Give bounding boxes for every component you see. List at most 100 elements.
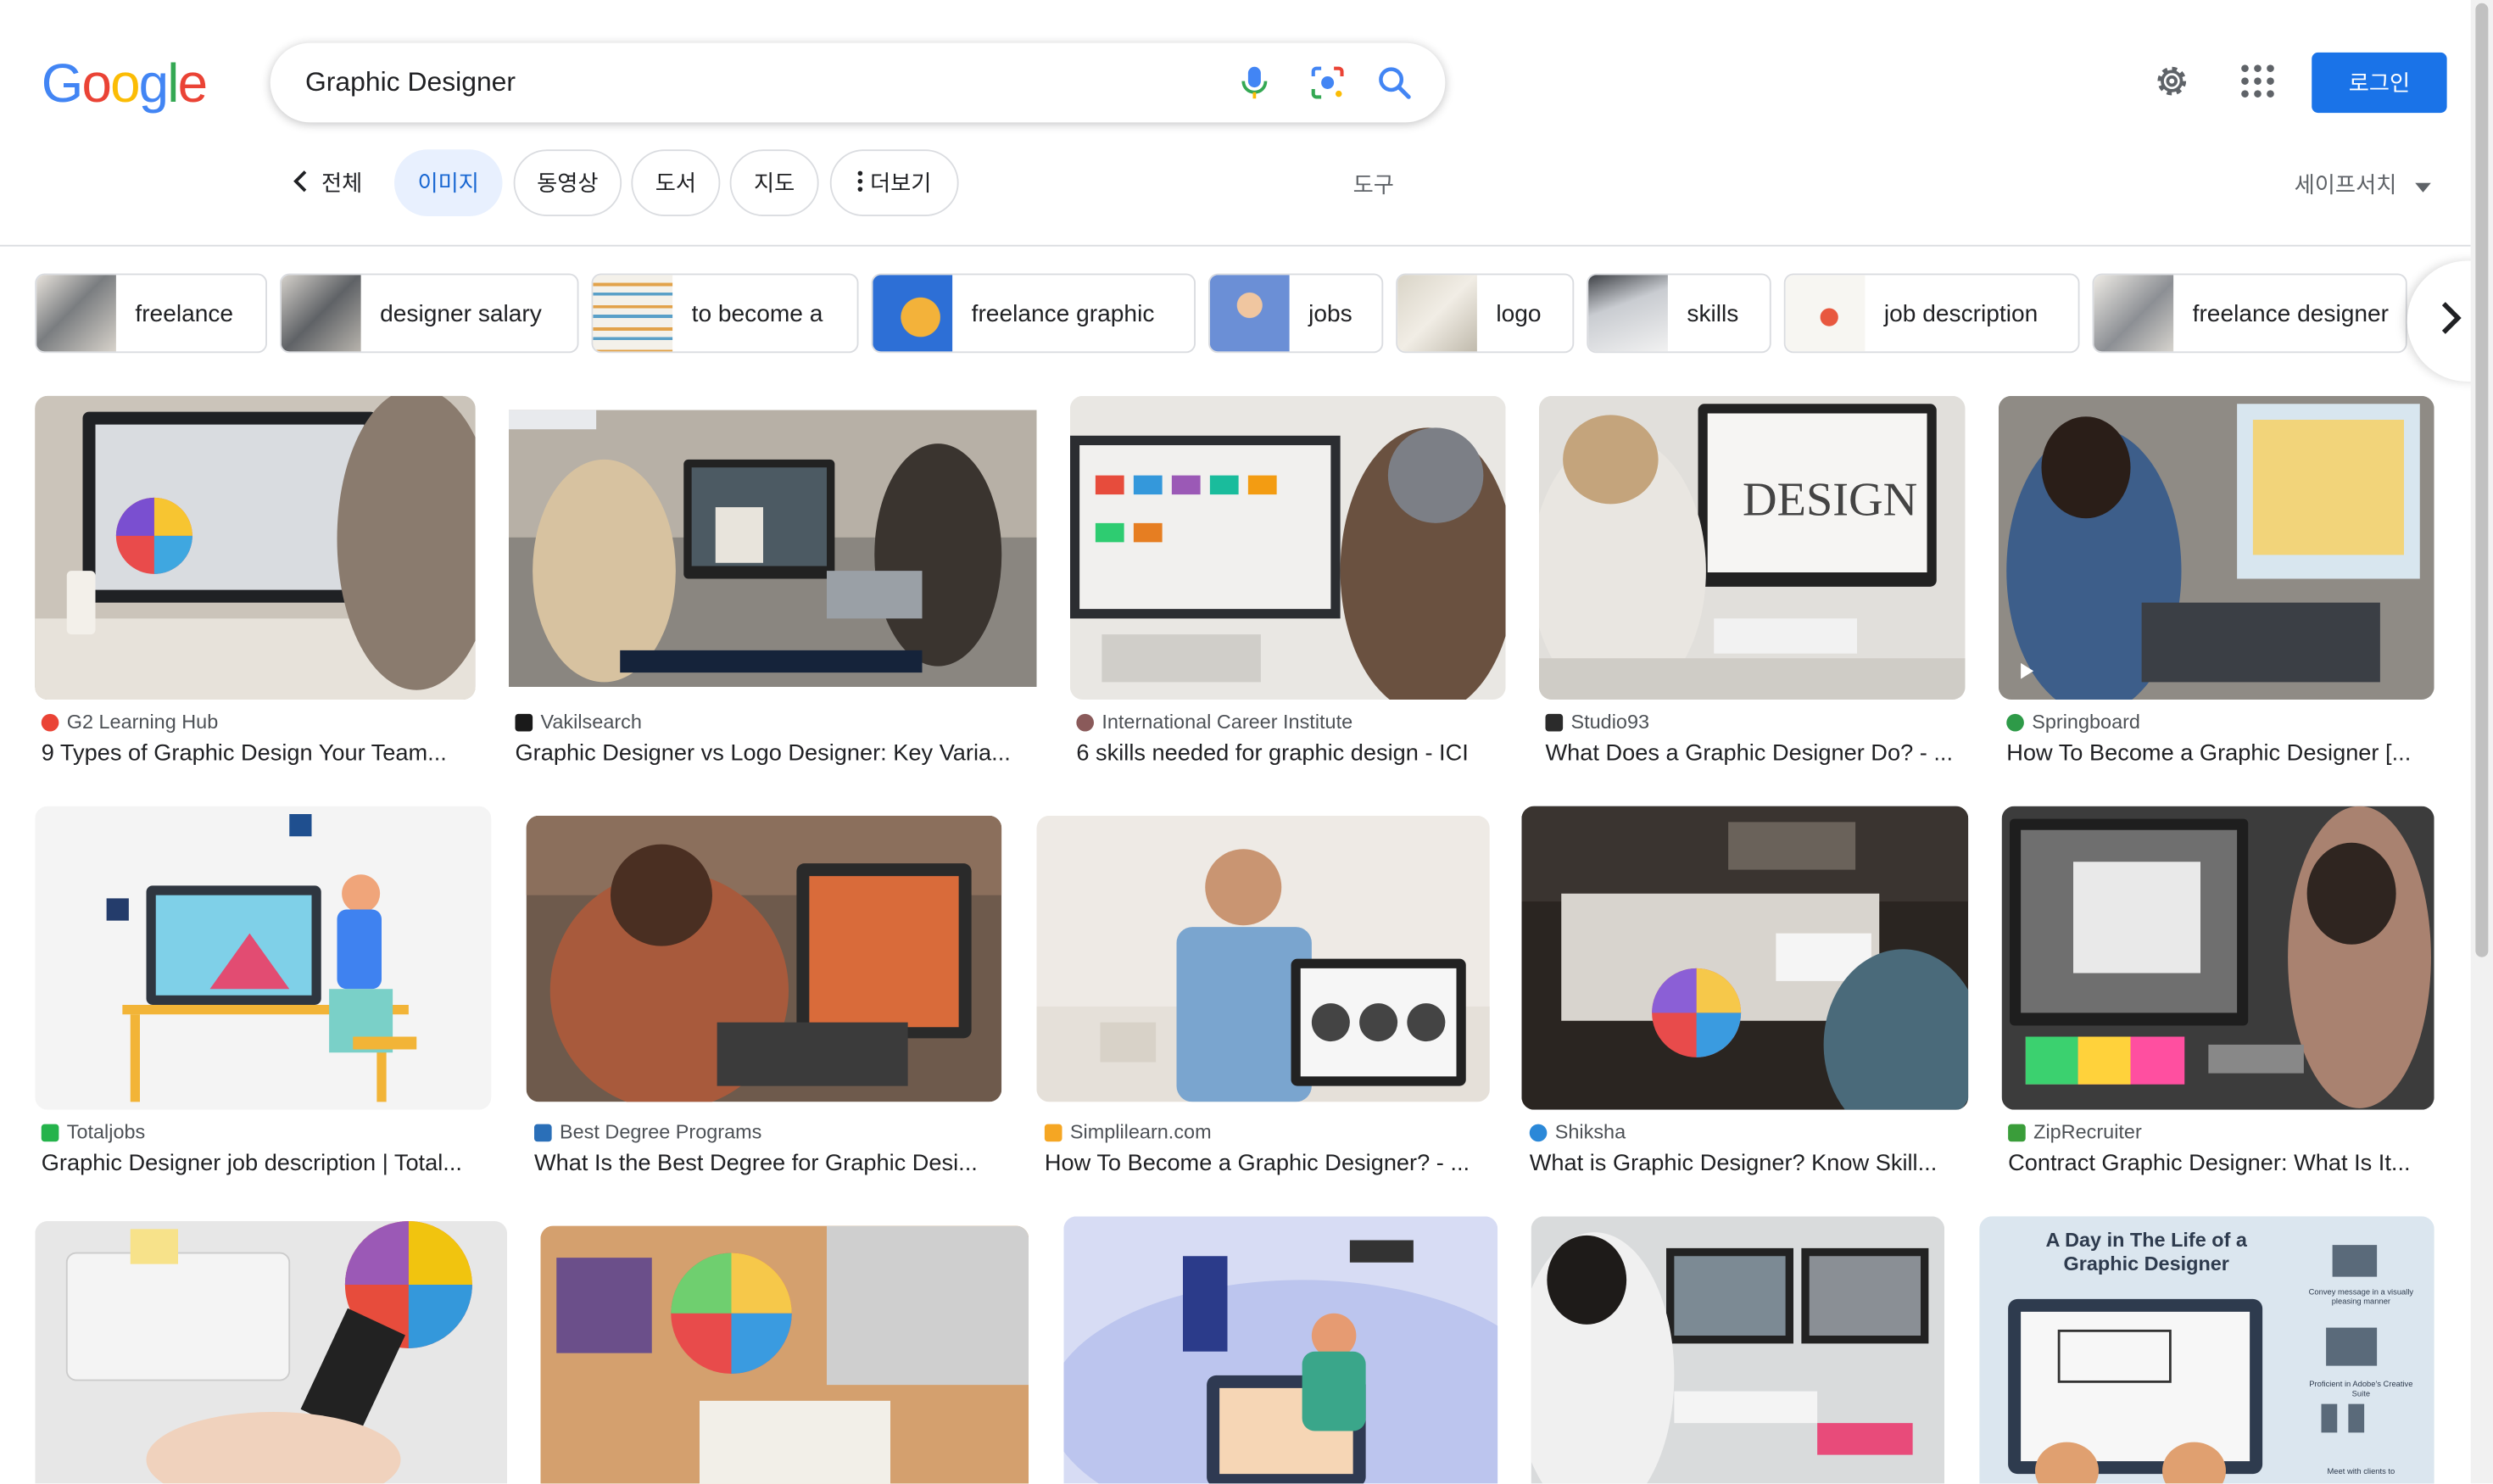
result-title[interactable]: What Is the Best Degree for Graphic Desi… <box>534 1152 996 1177</box>
result-source[interactable]: International Career Institute <box>1101 711 1352 733</box>
tab-images[interactable]: 이미지 <box>394 149 503 216</box>
scrollbar-thumb[interactable] <box>2475 3 2489 957</box>
tab-maps-label: 지도 <box>753 170 795 196</box>
result-source[interactable]: Best Degree Programs <box>560 1121 761 1143</box>
chip-label: freelance designer <box>2192 299 2390 327</box>
chip-label: freelance graphic <box>971 299 1155 327</box>
result-image[interactable] <box>526 815 1002 1102</box>
chip-label: freelance <box>135 299 234 327</box>
result-title[interactable]: How To Become a Graphic Designer? - ... <box>1045 1152 1486 1177</box>
chip-freelance-designer[interactable]: freelance designer <box>2092 273 2407 354</box>
gear-icon[interactable] <box>2151 60 2193 102</box>
result-title[interactable]: Contract Graphic Designer: What Is It... <box>2008 1152 2429 1177</box>
chip-label: designer salary <box>380 299 542 327</box>
infographic-line: Meet with clients to <box>2327 1467 2395 1477</box>
tab-all-label: 전체 <box>321 170 363 196</box>
result-image[interactable] <box>509 395 1037 700</box>
favicon <box>534 1123 552 1141</box>
result-source[interactable]: Springboard <box>2032 711 2140 733</box>
result-title[interactable]: Graphic Designer vs Logo Designer: Key V… <box>516 741 1031 767</box>
tab-maps[interactable]: 지도 <box>729 149 819 216</box>
apps-grid-icon[interactable] <box>2237 60 2278 102</box>
chip-label: skills <box>1687 299 1739 327</box>
login-button[interactable]: 로그인 <box>2312 52 2447 114</box>
tab-images-label: 이미지 <box>417 170 479 196</box>
result-image[interactable] <box>1069 395 1506 700</box>
chip-thumbnail <box>281 275 361 352</box>
result-image[interactable] <box>1063 1216 1498 1484</box>
tools-button[interactable]: 도구 <box>1353 169 1394 201</box>
search-box[interactable] <box>270 42 1446 123</box>
chip-job-description[interactable]: job description <box>1783 273 2080 354</box>
search-input[interactable] <box>305 62 1196 103</box>
favicon <box>41 712 59 731</box>
result-title[interactable]: How To Become a Graphic Designer [... <box>2006 741 2429 767</box>
favicon <box>2006 712 2024 731</box>
caret-down-icon <box>2415 172 2432 198</box>
tab-videos[interactable]: 동영상 <box>513 149 622 216</box>
safesearch-label: 세이프서치 <box>2294 171 2397 198</box>
tab-books[interactable]: 도서 <box>631 149 721 216</box>
safesearch-dropdown[interactable]: 세이프서치 <box>2295 169 2432 201</box>
chip-thumbnail <box>1209 275 1290 352</box>
chevron-left-icon <box>293 170 309 197</box>
result-image[interactable] <box>35 806 492 1110</box>
chip-freelance-graphic[interactable]: freelance graphic <box>871 273 1196 354</box>
tab-all[interactable]: 전체 <box>280 149 376 216</box>
result-title[interactable]: What Does a Graphic Designer Do? - ... <box>1546 741 1962 767</box>
chip-label: to become a <box>691 299 823 327</box>
infographic-line: Convey message in a visually pleasing ma… <box>2308 1287 2414 1308</box>
result-source[interactable]: G2 Learning Hub <box>67 711 219 733</box>
tab-books-label: 도서 <box>655 170 697 196</box>
favicon <box>1529 1123 1548 1141</box>
tab-more[interactable]: 더보기 <box>829 149 959 216</box>
result-image[interactable] <box>1036 815 1490 1102</box>
result-source[interactable]: Shiksha <box>1555 1121 1626 1143</box>
chip-logo[interactable]: logo <box>1396 273 1575 354</box>
google-logo[interactable]: Google <box>42 54 208 114</box>
result-source[interactable]: Vakilsearch <box>541 711 642 733</box>
result-image[interactable] <box>35 1221 508 1484</box>
result-source[interactable]: ZipRecruiter <box>2033 1121 2142 1143</box>
result-image[interactable] <box>540 1225 1029 1484</box>
infographic-line: Proficient in Adobe's Creative Suite <box>2309 1380 2413 1400</box>
search-icon[interactable] <box>1374 62 1415 103</box>
mic-icon[interactable] <box>1234 62 1275 103</box>
chip-jobs[interactable]: jobs <box>1208 273 1384 354</box>
chip-skills[interactable]: skills <box>1587 273 1771 354</box>
chip-thumbnail <box>36 275 116 352</box>
result-image[interactable]: DESIGN <box>1539 395 1966 700</box>
result-title[interactable]: 9 Types of Graphic Design Your Team... <box>42 741 474 767</box>
result-image[interactable] <box>35 395 476 700</box>
lens-icon[interactable] <box>1307 62 1348 103</box>
favicon <box>1076 712 1094 731</box>
result-image[interactable] <box>2001 806 2434 1110</box>
chip-thumbnail <box>1588 275 1668 352</box>
result-source[interactable]: Simplilearn.com <box>1070 1121 1212 1143</box>
result-image[interactable] <box>1998 395 2434 700</box>
chip-label: job description <box>1883 299 2038 327</box>
favicon <box>2008 1123 2026 1141</box>
chip-thumbnail <box>873 275 953 352</box>
result-title[interactable]: What is Graphic Designer? Know Skill... <box>1530 1152 1962 1177</box>
more-vert-icon <box>857 170 864 197</box>
chip-label: jobs <box>1308 299 1352 327</box>
result-image[interactable]: A Day in The Life of a Graphic Designer … <box>1979 1216 2434 1484</box>
result-title[interactable]: Graphic Designer job description | Total… <box>42 1152 490 1177</box>
header-divider <box>0 244 2471 247</box>
chip-freelance[interactable]: freelance <box>35 273 267 354</box>
result-source[interactable]: Totaljobs <box>67 1121 146 1143</box>
result-source[interactable]: Studio93 <box>1571 711 1650 733</box>
chip-thumbnail <box>593 275 673 352</box>
favicon <box>1044 1123 1062 1141</box>
favicon <box>515 712 533 731</box>
tab-more-label: 더보기 <box>869 170 932 196</box>
favicon <box>1545 712 1564 731</box>
chip-designer-salary[interactable]: designer salary <box>280 273 579 354</box>
result-image[interactable] <box>1531 1216 1945 1484</box>
tab-videos-label: 동영상 <box>537 170 599 196</box>
svg-text:DESIGN: DESIGN <box>1743 474 1917 527</box>
result-title[interactable]: 6 skills needed for graphic design - ICI <box>1076 741 1505 767</box>
chip-to-become-a[interactable]: to become a <box>591 273 859 354</box>
result-image[interactable] <box>1521 806 1969 1110</box>
